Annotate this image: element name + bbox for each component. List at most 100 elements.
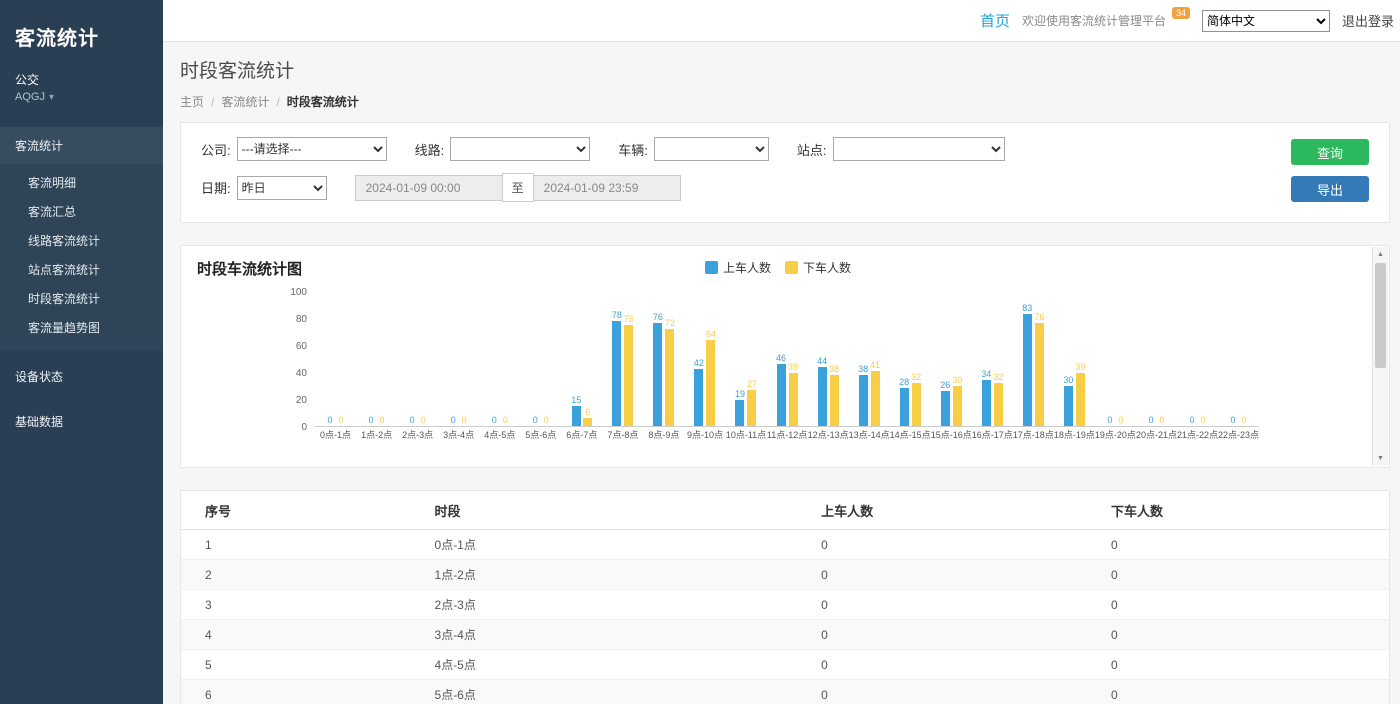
bar <box>747 390 756 426</box>
bar-group: 00 <box>356 292 397 426</box>
caret-down-icon <box>45 91 54 103</box>
table-row: 65点-6点00 <box>181 680 1389 704</box>
line-select[interactable] <box>450 137 590 161</box>
sidebar-item-device-status[interactable]: 设备状态 <box>0 358 163 395</box>
sidebar-item-flow-detail[interactable]: 客流明细 <box>0 168 163 197</box>
logout-link[interactable]: 退出登录 <box>1342 11 1394 30</box>
bar <box>694 369 703 426</box>
vehicle-select[interactable] <box>654 137 769 161</box>
sidebar-item-line-stats[interactable]: 线路客流统计 <box>0 226 163 255</box>
table-cell: 0 <box>797 530 1087 560</box>
bar-group: 7672 <box>643 292 684 426</box>
table-cell: 5点-6点 <box>411 680 798 704</box>
table-row: 32点-3点00 <box>181 590 1389 620</box>
legend-item-boarding[interactable]: 上车人数 <box>705 259 771 276</box>
bar-group: 00 <box>1218 292 1259 426</box>
table-body: 10点-1点0021点-2点0032点-3点0043点-4点0054点-5点00… <box>181 530 1389 704</box>
sidebar-item-flow-summary[interactable]: 客流汇总 <box>0 197 163 226</box>
x-axis: 0点-1点1点-2点2点-3点3点-4点4点-5点5点-6点6点-7点7点-8点… <box>315 427 1259 443</box>
bar <box>994 383 1003 426</box>
bar-value-label: 83 <box>1022 303 1032 313</box>
date-to-label: 至 <box>502 173 534 202</box>
query-button[interactable]: 查询 <box>1291 139 1369 165</box>
bar-group: 00 <box>1177 292 1218 426</box>
x-axis-label: 11点-12点 <box>767 427 808 443</box>
x-axis-label: 17点-18点 <box>1013 427 1054 443</box>
bar-value-label: 44 <box>817 356 827 366</box>
topbar: 首页 欢迎使用客流统计管理平台 34 简体中文 退出登录 <box>163 0 1400 42</box>
filter-rows: 公司: ---请选择--- 线路: 车辆: 站点: <box>201 137 1005 214</box>
legend-swatch-boarding <box>705 261 718 274</box>
bar-value-label: 64 <box>706 329 716 339</box>
home-link[interactable]: 首页 <box>980 10 1010 31</box>
table-cell: 0点-1点 <box>411 530 798 560</box>
bar <box>871 371 880 426</box>
notification-badge: 34 <box>1172 7 1190 19</box>
filter-row-1: 公司: ---请选择--- 线路: 车辆: 站点: <box>201 137 1005 161</box>
bar-group: 00 <box>479 292 520 426</box>
date-preset-select[interactable]: 昨日 <box>237 176 327 200</box>
y-tick-label: 60 <box>296 341 307 352</box>
bar-group: 2630 <box>931 292 972 426</box>
chart-scrollbar[interactable]: ▲ ▼ <box>1372 247 1388 466</box>
x-axis-label: 0点-1点 <box>315 427 356 443</box>
bar <box>900 388 909 426</box>
x-axis-label: 8点-9点 <box>643 427 684 443</box>
bar-value-label: 0 <box>1159 415 1164 425</box>
vehicle-label: 车辆: <box>618 140 648 159</box>
station-label: 站点: <box>797 140 827 159</box>
table-cell: 4 <box>181 620 411 650</box>
bar-group: 1927 <box>725 292 766 426</box>
bar-chart: 020406080100 000000000000156787576724264… <box>197 292 1359 443</box>
table-header-row: 序号 时段 上车人数 下车人数 <box>181 491 1389 530</box>
chart-legend: 上车人数 下车人数 <box>705 259 851 276</box>
x-axis-label: 3点-4点 <box>438 427 479 443</box>
x-axis-label: 5点-6点 <box>520 427 561 443</box>
export-button[interactable]: 导出 <box>1291 176 1369 202</box>
date-end-input[interactable] <box>533 175 681 201</box>
sidebar-item-passenger-stats[interactable]: 客流统计 <box>0 127 163 164</box>
x-axis-label: 22点-23点 <box>1218 427 1259 443</box>
legend-item-alighting[interactable]: 下车人数 <box>785 259 851 276</box>
x-axis-label: 12点-13点 <box>808 427 849 443</box>
bar-value-label: 76 <box>653 312 663 322</box>
bar-value-label: 0 <box>1118 415 1123 425</box>
user-menu[interactable]: AQGJ <box>0 89 163 113</box>
bar-group: 00 <box>438 292 479 426</box>
table-row: 54点-5点00 <box>181 650 1389 680</box>
date-start-input[interactable] <box>355 175 503 201</box>
sidebar-item-trend-chart[interactable]: 客流量趋势图 <box>0 313 163 342</box>
sidebar-item-base-data[interactable]: 基础数据 <box>0 403 163 440</box>
language-select[interactable]: 简体中文 <box>1202 10 1330 32</box>
y-tick-label: 100 <box>290 287 307 298</box>
breadcrumb-separator <box>204 95 221 109</box>
company-select[interactable]: ---请选择--- <box>237 137 387 161</box>
bar <box>830 375 839 426</box>
bar <box>706 340 715 426</box>
x-axis-label: 9点-10点 <box>684 427 725 443</box>
table-cell: 0 <box>1087 620 1389 650</box>
station-select[interactable] <box>833 137 1005 161</box>
bar-value-label: 0 <box>1242 415 1247 425</box>
chart-title: 时段车流统计图 <box>197 261 302 278</box>
bar-group: 00 <box>315 292 356 426</box>
col-header-index: 序号 <box>181 491 411 530</box>
scroll-down-icon[interactable]: ▼ <box>1373 451 1388 466</box>
bar-value-label: 6 <box>585 407 590 417</box>
date-range-group: 至 <box>355 173 681 202</box>
breadcrumb-stats[interactable]: 客流统计 <box>221 95 269 109</box>
breadcrumb-home[interactable]: 主页 <box>180 95 204 109</box>
scroll-thumb[interactable] <box>1375 263 1386 368</box>
table-cell: 0 <box>1087 650 1389 680</box>
bar <box>777 364 786 426</box>
line-filter: 线路: <box>415 137 591 161</box>
bar-value-label: 34 <box>981 369 991 379</box>
x-axis-label: 19点-20点 <box>1095 427 1136 443</box>
sidebar: 客流统计 公交 AQGJ 客流统计 客流明细 客流汇总 线路客流统计 站点客流统… <box>0 0 163 704</box>
scroll-up-icon[interactable]: ▲ <box>1373 247 1388 262</box>
table-cell: 0 <box>1087 530 1389 560</box>
sidebar-item-station-stats[interactable]: 站点客流统计 <box>0 255 163 284</box>
sidebar-item-period-stats[interactable]: 时段客流统计 <box>0 284 163 313</box>
company-label: 公司: <box>201 140 231 159</box>
table-cell: 0 <box>797 650 1087 680</box>
